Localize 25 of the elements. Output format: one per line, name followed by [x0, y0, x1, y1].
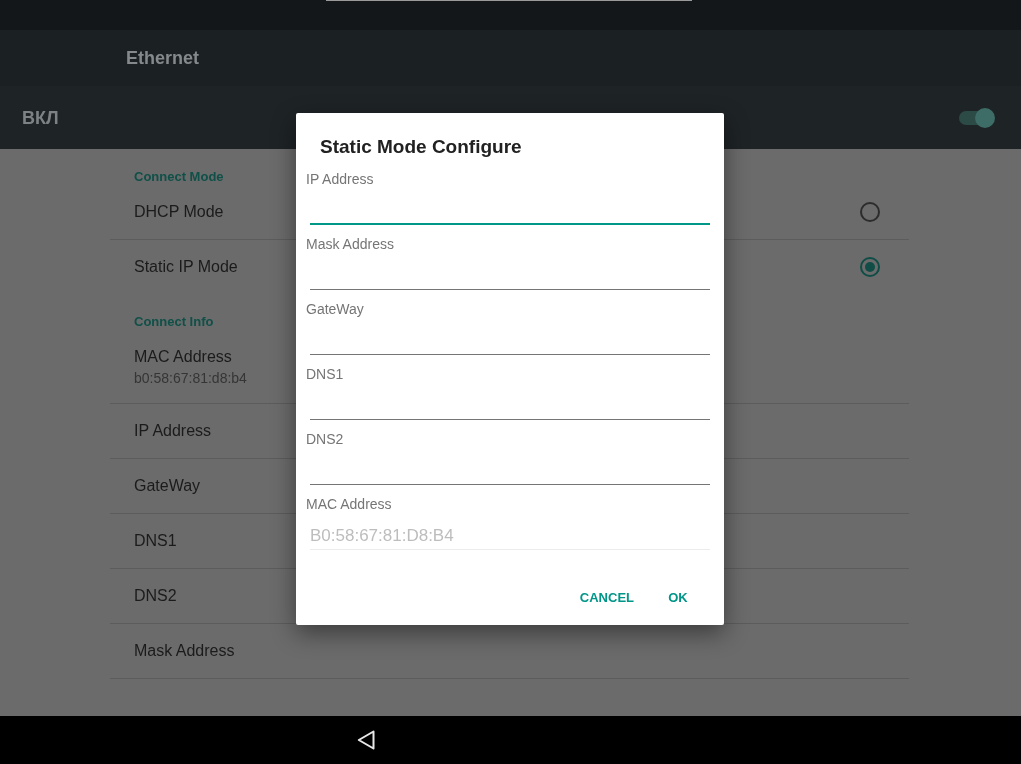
section-header: Connect Mode: [134, 168, 224, 186]
field-label: IP Address: [306, 170, 374, 188]
setting-title: DNS2: [134, 586, 177, 606]
screen-title: Ethernet: [126, 47, 199, 69]
back-icon[interactable]: [357, 730, 375, 750]
switch-label: ВКЛ: [22, 106, 59, 129]
radio-button[interactable]: [860, 257, 880, 277]
setting-title: Mask Address: [134, 641, 235, 661]
setting-title: GateWay: [134, 476, 201, 496]
radio-button[interactable]: [860, 202, 880, 222]
dialog-button[interactable]: CANCEL: [571, 579, 642, 615]
dialog-title: Static Mode Configure: [320, 135, 522, 159]
setting-title: IP Address: [134, 421, 212, 441]
dialog-button[interactable]: OK: [646, 579, 710, 615]
field-label: Mask Address: [306, 235, 394, 253]
setting-title: DNS1: [134, 531, 177, 551]
field-label: GateWay: [306, 300, 364, 318]
setting-title: MAC Address: [134, 346, 232, 367]
toggle-switch[interactable]: [959, 107, 995, 128]
section-header: Connect Info: [134, 313, 214, 331]
option-label: DHCP Mode: [134, 202, 224, 222]
field-label: MAC Address: [306, 495, 392, 513]
option-label: Static IP Mode: [134, 257, 238, 277]
field-label: DNS2: [306, 430, 344, 448]
field-label: DNS1: [306, 365, 344, 383]
